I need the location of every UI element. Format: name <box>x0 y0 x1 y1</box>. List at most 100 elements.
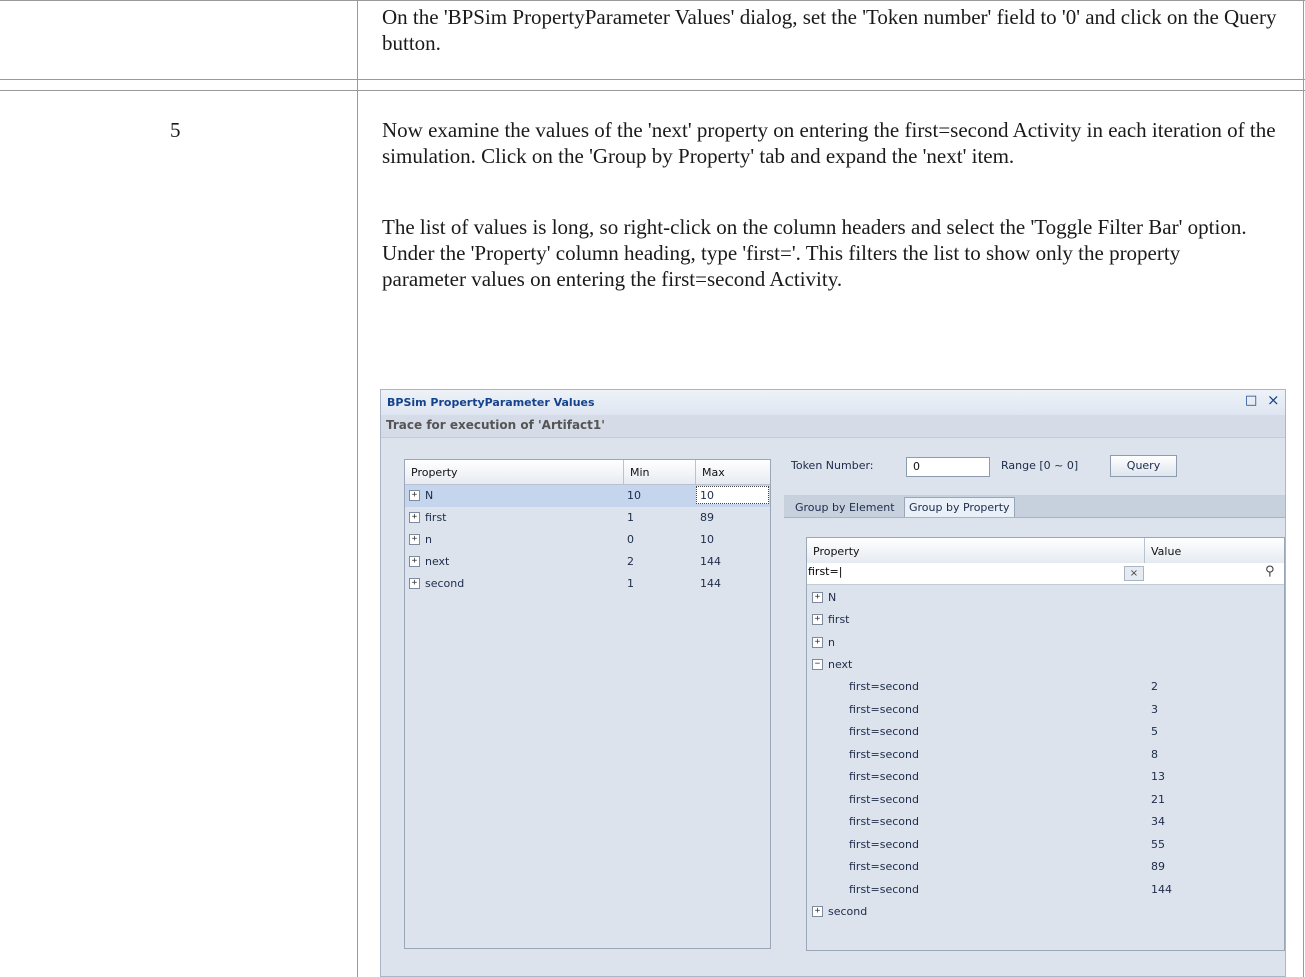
range-label: Range [0 ~ 0] <box>1001 459 1079 472</box>
value-row[interactable]: first=second 21 <box>807 789 1284 811</box>
property-cell: + next <box>409 551 449 573</box>
group-cell: − next <box>812 654 852 676</box>
expand-icon[interactable]: + <box>409 533 420 545</box>
property-cell: first=second <box>849 770 919 783</box>
expand-icon[interactable]: + <box>409 577 420 589</box>
close-icon[interactable]: × <box>1267 391 1280 409</box>
value-cell: 8 <box>1151 748 1158 761</box>
token-number-label: Token Number: <box>791 459 874 472</box>
tab-strip: Group by Element Group by Property <box>784 495 1285 518</box>
maximize-icon[interactable]: □ <box>1245 393 1257 408</box>
group-row[interactable]: + first <box>807 609 1284 631</box>
group-row[interactable]: + n <box>807 632 1284 654</box>
value-row[interactable]: first=second 55 <box>807 834 1284 856</box>
value-cell: 13 <box>1151 770 1165 783</box>
value-row[interactable]: first=second 34 <box>807 811 1284 833</box>
property-cell: first=second <box>849 860 919 873</box>
value-row[interactable]: first=second 3 <box>807 699 1284 721</box>
dialog-subtitle: Trace for execution of 'Artifact1' <box>386 418 605 432</box>
value-cell: 5 <box>1151 725 1158 738</box>
property-values-grid[interactable]: Property Value first=| × ⚲ + N + first + n … <box>806 537 1285 951</box>
value-cell: 21 <box>1151 793 1165 806</box>
max-cell: 144 <box>700 577 721 590</box>
max-cell: 10 <box>700 489 714 502</box>
expand-icon[interactable]: + <box>812 636 823 648</box>
query-button[interactable]: Query <box>1110 455 1177 477</box>
property-cell: first=second <box>849 680 919 693</box>
grid-row[interactable]: + N 10 10 <box>405 485 770 507</box>
group-row[interactable]: + N <box>807 587 1284 609</box>
value-row[interactable]: first=second 8 <box>807 744 1284 766</box>
table-right-border <box>1303 0 1304 977</box>
group-row[interactable]: + second <box>807 901 1284 923</box>
table-column-divider <box>357 0 358 977</box>
group-cell: + N <box>812 587 836 609</box>
expand-icon[interactable]: + <box>409 555 420 567</box>
table-row-divider <box>0 90 1305 91</box>
step-number: 5 <box>170 118 181 142</box>
column-header-max[interactable]: Max <box>696 460 770 484</box>
property-cell: first=second <box>849 703 919 716</box>
value-cell: 55 <box>1151 838 1165 851</box>
grid-row[interactable]: + next 2 144 <box>405 551 770 573</box>
bpsim-dialog: BPSim PropertyParameter Values □ × Trace… <box>380 389 1286 977</box>
property-cell: + first <box>409 507 447 529</box>
dialog-title: BPSim PropertyParameter Values <box>387 396 595 409</box>
property-filter-input[interactable]: first=| <box>808 565 842 578</box>
max-cell: 10 <box>700 533 714 546</box>
expand-icon[interactable]: + <box>812 613 823 625</box>
property-name: second <box>425 577 465 590</box>
value-row[interactable]: first=second 144 <box>807 879 1284 901</box>
value-row[interactable]: first=second 2 <box>807 676 1284 698</box>
grid-row[interactable]: + second 1 144 <box>405 573 770 595</box>
dialog-subtitle-bar: Trace for execution of 'Artifact1' <box>381 415 1285 438</box>
expand-icon[interactable]: + <box>409 511 420 523</box>
column-header-property[interactable]: Property <box>807 538 1145 563</box>
property-cell: first=second <box>849 838 919 851</box>
property-cell: first=second <box>849 883 919 896</box>
token-number-input[interactable]: 0 <box>906 457 990 477</box>
property-name: first <box>425 511 447 524</box>
step-paragraph: The list of values is long, so right-cli… <box>382 215 1247 291</box>
value-row[interactable]: first=second 13 <box>807 766 1284 788</box>
step-paragraph: Now examine the values of the 'next' pro… <box>382 118 1276 168</box>
value-row[interactable]: first=second 89 <box>807 856 1284 878</box>
property-cell: + n <box>409 529 432 551</box>
group-name: n <box>828 636 835 649</box>
column-header-value[interactable]: Value <box>1145 538 1284 563</box>
search-icon[interactable]: ⚲ <box>1265 564 1275 579</box>
property-cell: first=second <box>849 815 919 828</box>
property-summary-grid[interactable]: Property Min Max + N 10 10 + first 1 89 + n… <box>404 459 771 949</box>
group-cell: + first <box>812 609 850 631</box>
tab-group-by-element[interactable]: Group by Element <box>791 498 899 517</box>
tab-group-by-property[interactable]: Group by Property <box>904 497 1015 517</box>
group-name: first <box>828 613 850 626</box>
value-cell: 89 <box>1151 860 1165 873</box>
expand-icon[interactable]: + <box>409 489 420 501</box>
min-cell: 0 <box>627 533 634 546</box>
property-cell: first=second <box>849 725 919 738</box>
value-cell: 2 <box>1151 680 1158 693</box>
group-row[interactable]: − next <box>807 654 1284 676</box>
value-cell: 3 <box>1151 703 1158 716</box>
property-cell: first=second <box>849 793 919 806</box>
property-cell: + second <box>409 573 464 595</box>
min-cell: 1 <box>627 511 634 524</box>
value-row[interactable]: first=second 5 <box>807 721 1284 743</box>
grid-row[interactable]: + n 0 10 <box>405 529 770 551</box>
expand-icon[interactable]: + <box>812 591 823 603</box>
value-cell: 144 <box>1151 883 1172 896</box>
property-cell: first=second <box>849 748 919 761</box>
value-cell: 34 <box>1151 815 1165 828</box>
group-name: next <box>828 658 853 671</box>
max-cell: 89 <box>700 511 714 524</box>
group-name: second <box>828 905 868 918</box>
column-header-property[interactable]: Property <box>405 460 624 484</box>
expand-icon[interactable]: + <box>812 905 823 917</box>
min-cell: 10 <box>627 489 641 502</box>
min-cell: 1 <box>627 577 634 590</box>
collapse-icon[interactable]: − <box>812 658 823 670</box>
clear-filter-icon[interactable]: × <box>1124 566 1144 581</box>
grid-row[interactable]: + first 1 89 <box>405 507 770 529</box>
column-header-min[interactable]: Min <box>624 460 696 484</box>
